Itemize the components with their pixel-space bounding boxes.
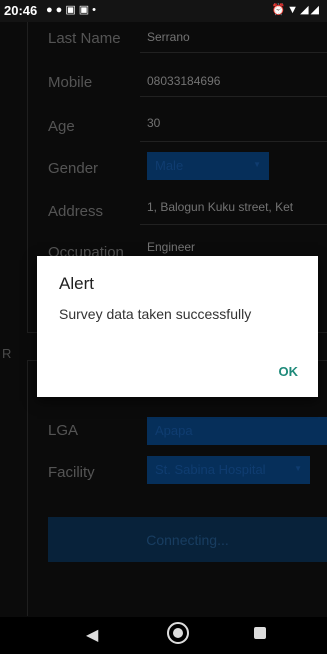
status-bar: 20:46 ●●▣▣• ⏰▼◢◢: [0, 0, 327, 22]
signal-icon: ◢: [300, 4, 311, 16]
dialog-title: Alert: [59, 274, 94, 293]
image-icon: ▣: [78, 4, 93, 16]
wifi-icon: ▼: [287, 4, 301, 16]
clock-time: 20:46: [4, 3, 38, 18]
signal-icon: ◢: [310, 4, 321, 16]
image-icon: ▣: [65, 4, 79, 16]
navigation-bar: ◀: [0, 617, 327, 654]
home-icon[interactable]: [167, 622, 189, 644]
ok-button[interactable]: OK: [279, 364, 299, 379]
system-icons: ⏰▼◢◢: [271, 3, 321, 16]
location-pin-icon: ●: [46, 4, 56, 16]
recent-apps-icon[interactable]: [254, 627, 266, 639]
dot-icon: •: [92, 4, 99, 16]
back-icon[interactable]: ◀: [86, 625, 98, 645]
notification-icons: ●●▣▣•: [46, 3, 99, 16]
location-pin-icon: ●: [55, 4, 66, 16]
alarm-icon: ⏰: [271, 4, 288, 16]
dialog-message: Survey data taken successfully: [59, 306, 252, 322]
alert-dialog: Alert Survey data taken successfully OK: [37, 256, 318, 397]
